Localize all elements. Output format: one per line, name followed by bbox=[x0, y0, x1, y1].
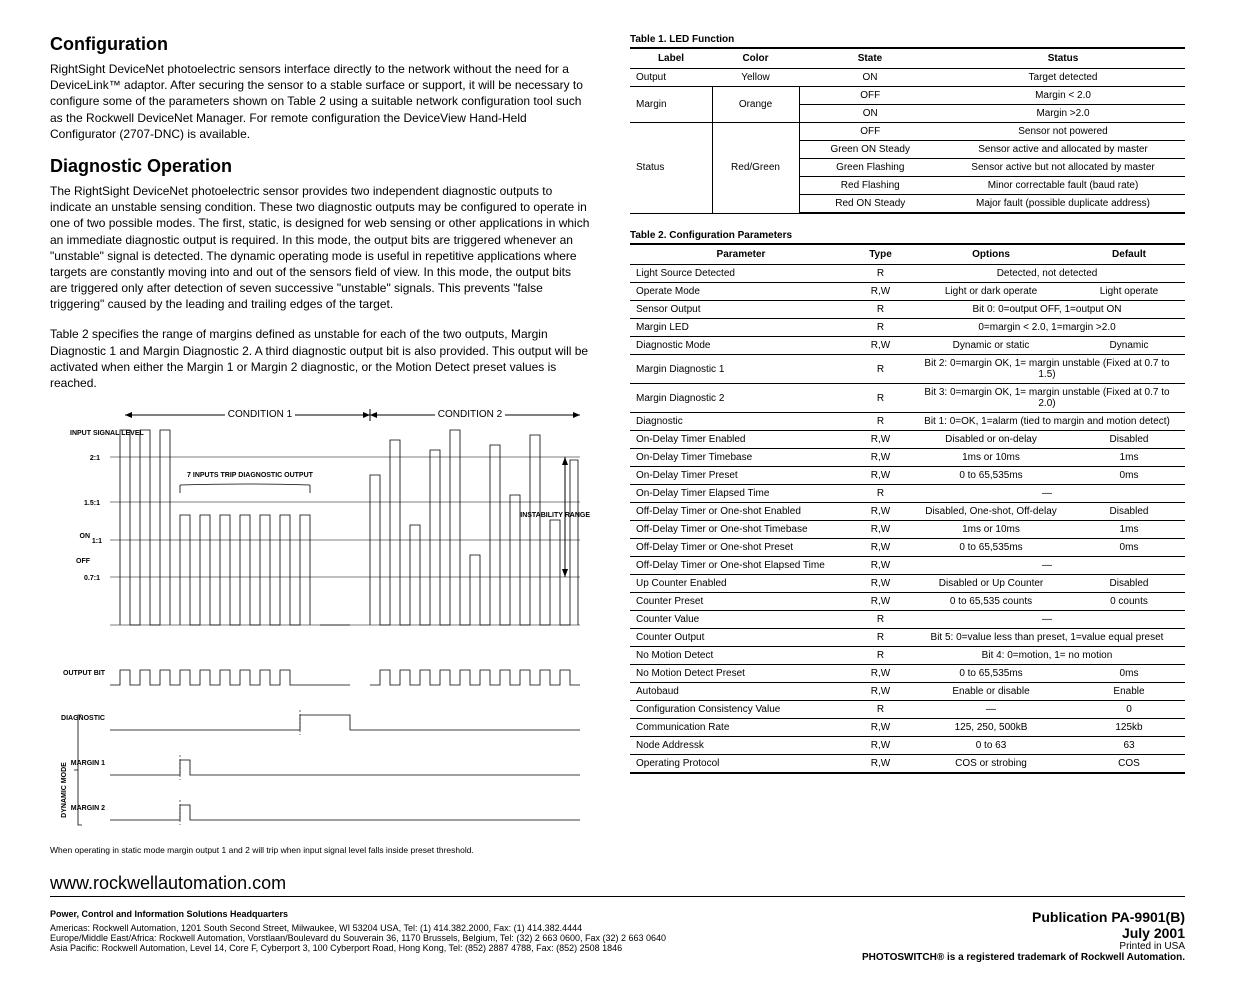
footer-url: www.rockwellautomation.com bbox=[50, 873, 1185, 897]
svg-text:1:1: 1:1 bbox=[92, 538, 102, 545]
svg-text:MARGIN 1: MARGIN 1 bbox=[71, 760, 105, 767]
paragraph-config: RightSight DeviceNet photoelectric senso… bbox=[50, 61, 590, 142]
svg-text:OFF: OFF bbox=[76, 558, 91, 565]
svg-text:OUTPUT BIT: OUTPUT BIT bbox=[63, 670, 106, 677]
svg-text:0.7:1: 0.7:1 bbox=[84, 575, 100, 582]
svg-text:CONDITION 1: CONDITION 1 bbox=[228, 409, 293, 420]
svg-text:DIAGNOSTIC: DIAGNOSTIC bbox=[61, 715, 105, 722]
heading-configuration: Configuration bbox=[50, 34, 590, 55]
table-config-params: Parameter Type Options Default Light Sou… bbox=[630, 243, 1185, 774]
svg-text:CONDITION 2: CONDITION 2 bbox=[438, 409, 503, 420]
paragraph-diag1: The RightSight DeviceNet photoelectric s… bbox=[50, 183, 590, 313]
heading-diagnostic: Diagnostic Operation bbox=[50, 156, 590, 177]
svg-text:DYNAMIC MODE: DYNAMIC MODE bbox=[61, 762, 68, 818]
svg-text:ON: ON bbox=[80, 533, 91, 540]
table-led-function: Label Color State Status OutputYellowONT… bbox=[630, 47, 1185, 214]
svg-text:2:1: 2:1 bbox=[90, 455, 100, 462]
table1-caption: Table 1. LED Function bbox=[630, 34, 1185, 45]
table2-caption: Table 2. Configuration Parameters bbox=[630, 230, 1185, 241]
svg-text:INSTABILITY RANGE: INSTABILITY RANGE bbox=[520, 512, 590, 519]
paragraph-diag2: Table 2 specifies the range of margins d… bbox=[50, 326, 590, 391]
hq-block: Power, Control and Information Solutions… bbox=[50, 909, 666, 963]
diagram-footnote: When operating in static mode margin out… bbox=[50, 845, 590, 855]
svg-text:MARGIN 2: MARGIN 2 bbox=[71, 805, 105, 812]
svg-text:7 INPUTS TRIP DIAGNOSTIC OUTPU: 7 INPUTS TRIP DIAGNOSTIC OUTPUT bbox=[187, 472, 314, 479]
publication-block: Publication PA-9901(B) July 2001 Printed… bbox=[862, 909, 1185, 963]
svg-text:1.5:1: 1.5:1 bbox=[84, 500, 100, 507]
timing-diagram: CONDITION 1 CONDITION 2 INPUT SIGNAL LEV… bbox=[50, 405, 590, 835]
svg-text:INPUT SIGNAL LEVEL: INPUT SIGNAL LEVEL bbox=[70, 430, 144, 437]
